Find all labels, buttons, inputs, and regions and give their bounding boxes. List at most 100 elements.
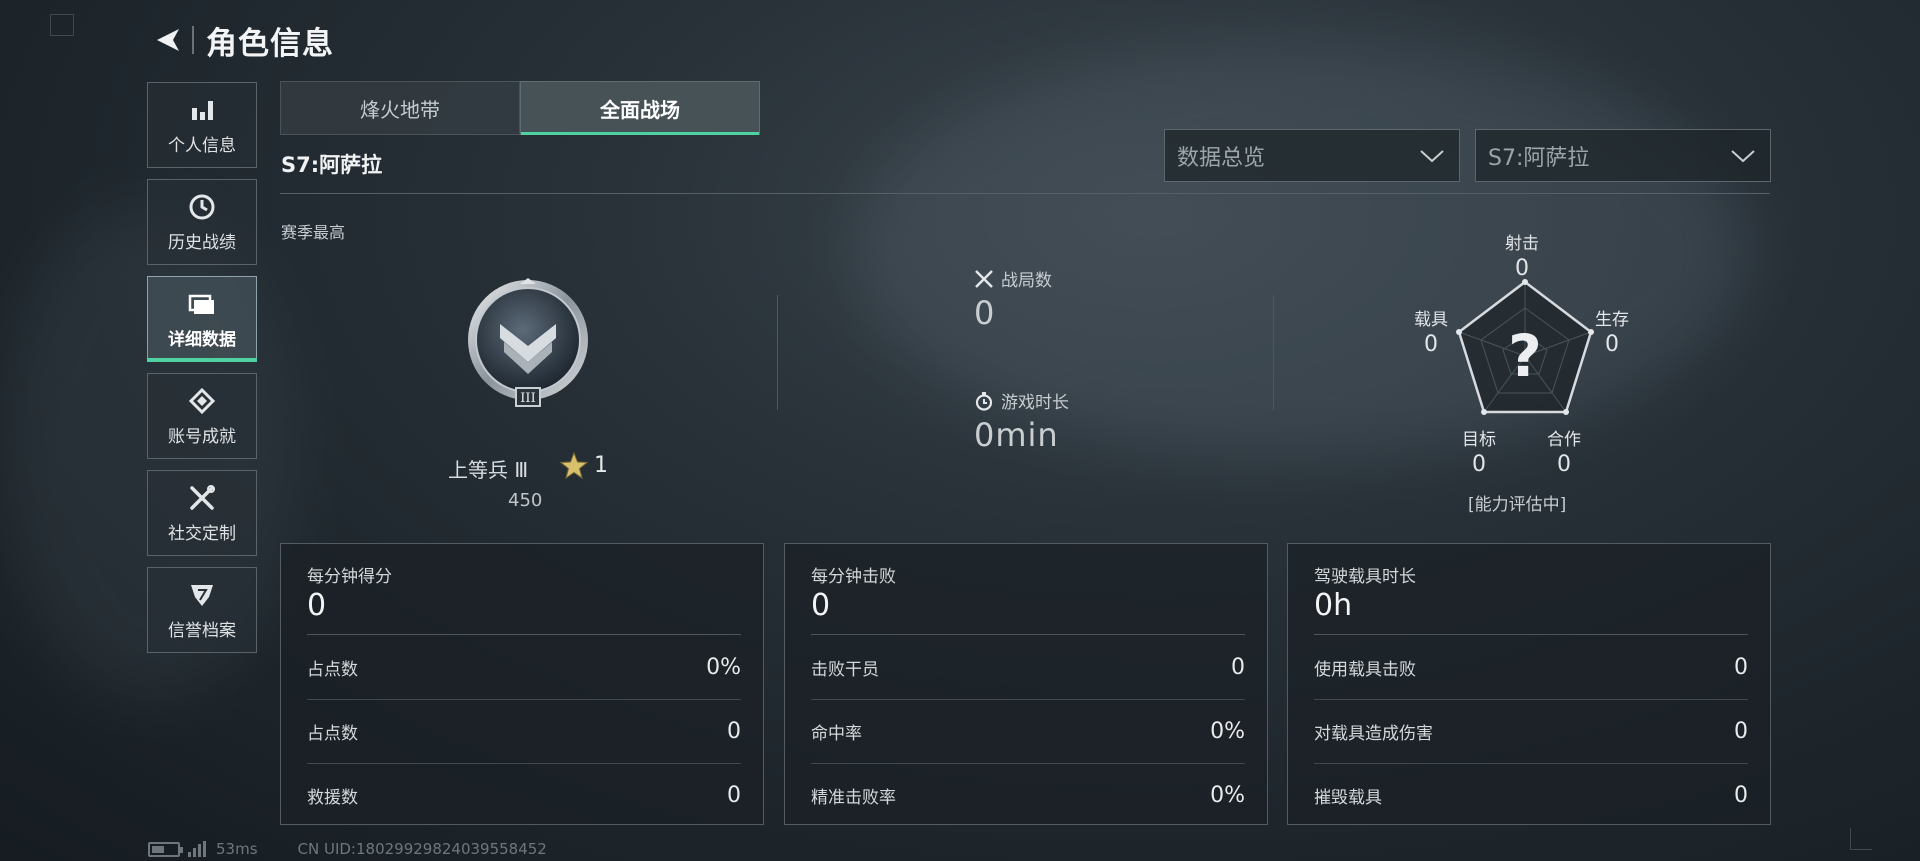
tab-full-battlefield[interactable]: 全面战场 — [520, 81, 760, 135]
crossed-swords-icon — [973, 268, 995, 290]
radar-unknown-mark: ? — [1508, 322, 1542, 390]
row-value: 0 — [1734, 654, 1748, 680]
kills-per-minute-panel: 每分钟击败 0 击败干员 0 命中率 0% 精准击败率 0% — [784, 543, 1268, 825]
achievement-icon — [187, 386, 217, 416]
list-item: 命中率 0% — [811, 699, 1245, 763]
sidebar-item-label: 历史战绩 — [168, 232, 236, 253]
row-value: 0% — [1210, 782, 1245, 808]
dropdown-value: 数据总览 — [1177, 145, 1266, 171]
panel-value: 0 — [811, 588, 831, 623]
playtime-label: 游戏时长 — [1001, 393, 1069, 413]
matches-label: 战局数 — [1001, 271, 1052, 291]
row-value: 0 — [1231, 654, 1245, 680]
score-per-minute-panel: 每分钟得分 0 占点数 0% 占点数 0 救援数 0 — [280, 543, 764, 825]
clock-icon — [187, 192, 217, 222]
data-overview-dropdown[interactable]: 数据总览 — [1164, 129, 1460, 182]
list-item: 对载具造成伤害 0 — [1314, 699, 1748, 763]
vehicle-time-panel: 驾驶载具时长 0h 使用载具击败 0 对载具造成伤害 0 摧毁载具 0 — [1287, 543, 1771, 825]
page-header: 角色信息 — [150, 18, 334, 62]
playtime-value: 0min — [974, 416, 1059, 454]
sidebar-item-label: 详细数据 — [168, 329, 236, 350]
list-item: 使用载具击败 0 — [1314, 635, 1748, 699]
row-label: 占点数 — [307, 659, 358, 680]
row-value: 0% — [706, 654, 741, 680]
chevron-down-icon — [1420, 149, 1444, 162]
row-label: 占点数 — [307, 723, 358, 744]
section-divider — [777, 295, 778, 410]
ping-value: 53ms — [216, 840, 258, 858]
row-value: 0 — [727, 718, 741, 744]
sidebar-item-history[interactable]: 历史战绩 — [147, 179, 257, 265]
header-divider — [192, 26, 194, 54]
radar-value-objective: 0 — [1472, 452, 1486, 477]
list-item: 摧毁载具 0 — [1314, 763, 1748, 827]
panel-title: 每分钟得分 — [307, 567, 392, 587]
mode-tabs: 烽火地带 全面战场 — [280, 81, 760, 135]
rank-emblem-icon: III — [464, 276, 592, 412]
dropdown-value: S7:阿萨拉 — [1488, 145, 1590, 171]
row-label: 摧毁载具 — [1314, 787, 1382, 808]
battery-icon — [148, 841, 183, 857]
row-label: 使用载具击败 — [1314, 659, 1416, 680]
rank-name: 上等兵 Ⅲ — [448, 458, 529, 482]
row-value: 0 — [1734, 718, 1748, 744]
sidebar-item-detailed-data[interactable]: 详细数据 — [147, 276, 257, 362]
sidebar-item-social-customization[interactable]: 社交定制 — [147, 470, 257, 556]
row-label: 精准击败率 — [811, 787, 896, 808]
back-button[interactable] — [150, 22, 186, 58]
sidebar-item-achievements[interactable]: 账号成就 — [147, 373, 257, 459]
corner-mark — [1850, 828, 1872, 850]
sidebar-item-reputation[interactable]: 信誉档案 — [147, 567, 257, 653]
radar-label-vehicle: 载具 — [1414, 310, 1448, 330]
panel-title: 每分钟击败 — [811, 567, 896, 587]
season-title: S7:阿萨拉 — [281, 153, 383, 177]
back-arrow-icon — [157, 29, 179, 51]
panel-value: 0h — [1314, 588, 1353, 623]
radar-value-cooperation: 0 — [1557, 452, 1571, 477]
panel-value: 0 — [307, 588, 327, 623]
section-divider — [1273, 295, 1274, 410]
star-icon — [559, 451, 589, 480]
tools-icon — [187, 483, 217, 513]
radar-status: [能力评估中] — [1468, 495, 1567, 515]
tab-hazard-operation[interactable]: 烽火地带 — [280, 81, 520, 135]
sidebar-item-label: 社交定制 — [168, 523, 236, 544]
bar-chart-icon — [187, 95, 217, 125]
corner-mark — [50, 14, 74, 36]
list-item: 救援数 0 — [307, 763, 741, 827]
row-value: 0 — [727, 782, 741, 808]
radar-label-cooperation: 合作 — [1547, 430, 1581, 450]
sidebar-item-label: 信誉档案 — [168, 620, 236, 641]
radar-value-vehicle: 0 — [1424, 332, 1438, 357]
list-item: 占点数 0 — [307, 699, 741, 763]
radar-pentagon: ? — [1456, 279, 1594, 415]
status-footer: 53ms CN UID:18029929824039558452 — [148, 840, 547, 858]
row-value: 0 — [1734, 782, 1748, 808]
row-value: 0% — [1210, 718, 1245, 744]
sidebar-item-personal-info[interactable]: 个人信息 — [147, 82, 257, 168]
season-dropdown[interactable]: S7:阿萨拉 — [1475, 129, 1771, 182]
row-label: 救援数 — [307, 787, 358, 808]
folder-icon — [187, 289, 217, 319]
chevron-down-icon — [1731, 149, 1755, 162]
sidebar-item-label: 个人信息 — [168, 135, 236, 156]
signal-icon — [188, 841, 206, 857]
panel-title: 驾驶载具时长 — [1314, 567, 1416, 587]
season-best-label: 赛季最高 — [281, 223, 346, 242]
stopwatch-icon — [973, 390, 995, 412]
list-item: 精准击败率 0% — [811, 763, 1245, 827]
radar-value-shooting: 0 — [1515, 256, 1529, 281]
radar-label-survival: 生存 — [1595, 310, 1629, 330]
list-item: 占点数 0% — [307, 635, 741, 699]
list-item: 击败干员 0 — [811, 635, 1245, 699]
sidebar-item-label: 账号成就 — [168, 426, 236, 447]
row-label: 对载具造成伤害 — [1314, 723, 1433, 744]
shield-icon — [187, 580, 217, 610]
radar-value-survival: 0 — [1605, 332, 1619, 357]
rank-star-count: 1 — [594, 453, 608, 478]
sidebar: 个人信息 历史战绩 详细数据 账号成就 社交定制 信誉档案 — [147, 82, 257, 664]
playtime-stat-label: 游戏时长 — [973, 388, 1069, 413]
header-divider-line — [280, 193, 1770, 194]
radar-label-objective: 目标 — [1462, 430, 1496, 450]
page-title: 角色信息 — [206, 25, 334, 62]
